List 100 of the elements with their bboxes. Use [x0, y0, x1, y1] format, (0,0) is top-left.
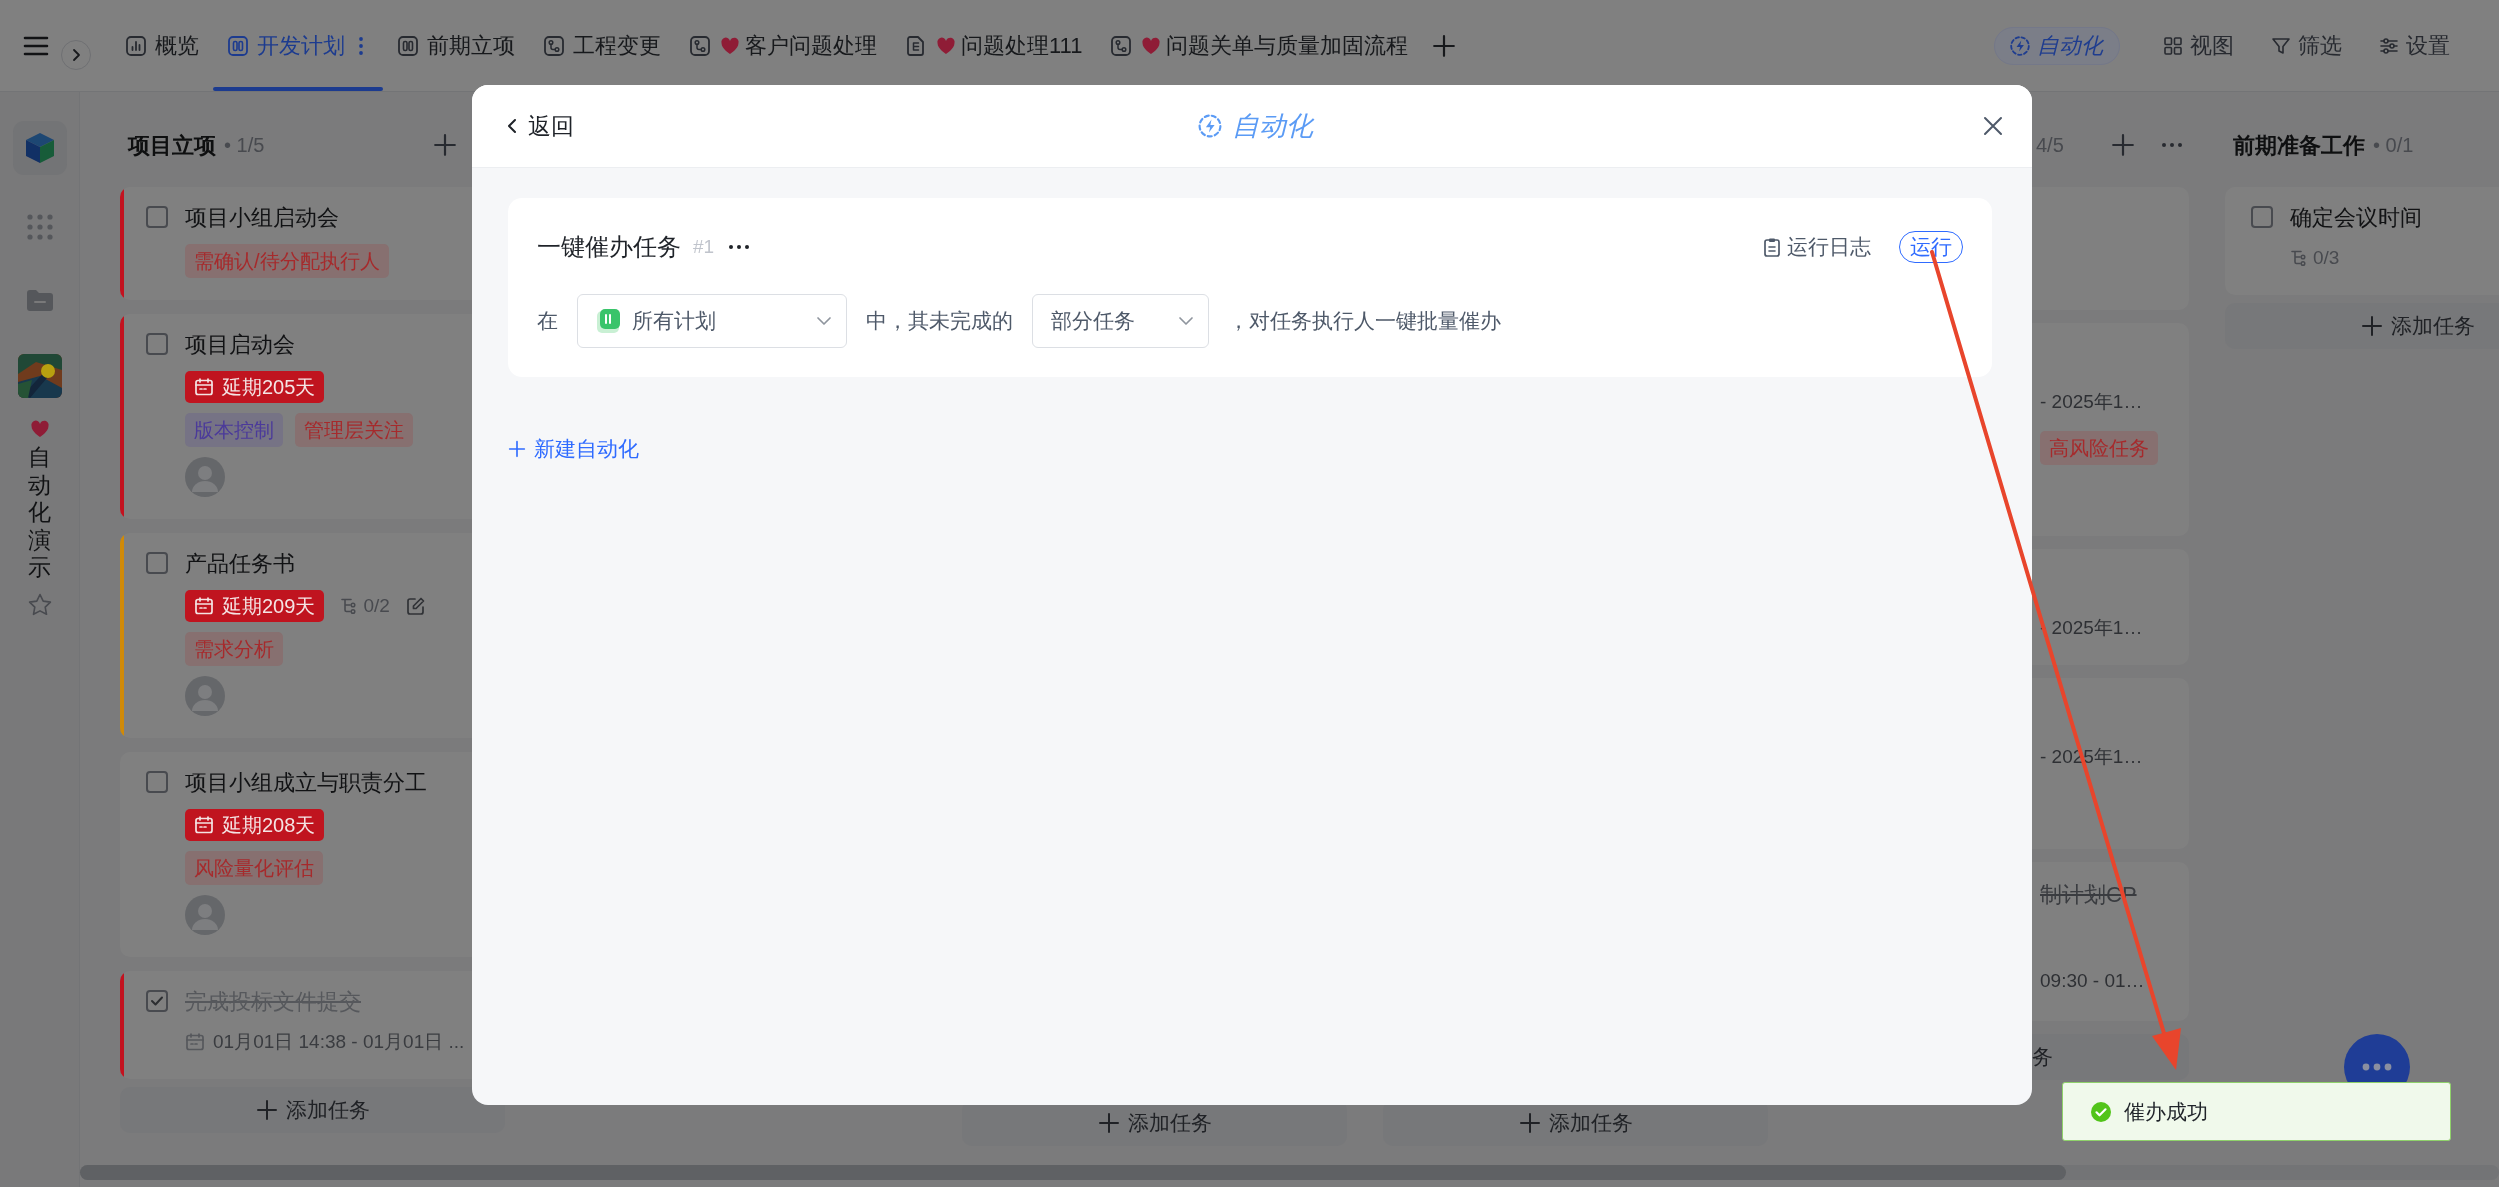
plus-icon — [255, 1098, 278, 1121]
back-button[interactable]: 返回 — [506, 108, 574, 144]
calendar-icon — [194, 596, 214, 616]
task-title: 项目启动会 — [185, 330, 295, 359]
apps-button[interactable] — [25, 213, 54, 241]
toast-message: 催办成功 — [2124, 1098, 2208, 1125]
folder-button[interactable] — [24, 287, 55, 313]
flow-icon — [1110, 34, 1133, 57]
add-button[interactable] — [2111, 133, 2135, 157]
date-range: - 2025年1… — [2040, 390, 2143, 414]
subtask-icon — [2290, 249, 2308, 268]
dialog-title: 自动化 — [1232, 109, 1313, 143]
check-icon — [150, 995, 164, 1007]
close-icon — [1982, 115, 2004, 137]
task-title: 项目小组成立与职责分工 — [185, 768, 427, 797]
task-card[interactable]: 确定会议时间 0/3 — [2225, 187, 2499, 295]
automation-icon — [1197, 113, 1223, 139]
checkbox[interactable] — [2251, 206, 2273, 228]
apps-icon — [25, 213, 54, 241]
plus-icon — [2111, 133, 2135, 157]
checkbox[interactable] — [146, 206, 168, 228]
tab[interactable]: 客户问题处理 — [675, 0, 891, 91]
rule-name: 一键催办任务 — [537, 232, 681, 262]
chevron-left-icon — [506, 117, 518, 135]
task-title: 产品任务书 — [185, 549, 295, 578]
more-icon — [2362, 1063, 2392, 1071]
plan-icon — [596, 308, 622, 334]
plus-icon — [1518, 1112, 1541, 1134]
add-task-button[interactable]: 添加任务 — [120, 1086, 505, 1133]
toolbar-button[interactable]: 设置 — [2360, 29, 2468, 62]
delay-label: 延期209天 — [222, 594, 316, 619]
plus-icon — [508, 440, 526, 458]
calendar-icon — [185, 1032, 205, 1053]
tag: 管理层关注 — [295, 413, 413, 447]
chart-icon — [125, 34, 147, 57]
expand-button[interactable] — [61, 39, 91, 70]
board-icon — [397, 34, 419, 57]
run-button[interactable]: 运行 — [1899, 231, 1963, 263]
tab[interactable]: 工程变更 — [529, 0, 675, 91]
rule-text: 中，其未完成的 — [866, 308, 1013, 335]
calendar-icon — [194, 815, 214, 835]
tab[interactable]: 开发计划 — [213, 0, 383, 91]
chevron-down-icon — [1178, 316, 1194, 326]
date-range: - 2025年1… — [2040, 616, 2143, 640]
folder-icon — [24, 287, 55, 313]
tag: 版本控制 — [185, 413, 283, 447]
scrollbar[interactable] — [80, 1165, 2499, 1180]
task-title: 确定会议时间 — [2290, 203, 2422, 232]
new-automation-button[interactable]: 新建自动化 — [508, 433, 639, 465]
chevron-down-icon — [816, 316, 832, 326]
checkbox[interactable] — [146, 990, 168, 1012]
subtask-icon — [340, 597, 359, 615]
column-title: 前期准备工作 — [2233, 131, 2365, 160]
flow-icon — [543, 34, 565, 57]
board-icon — [227, 34, 249, 57]
clipboard-icon — [1763, 237, 1781, 257]
heart-icon — [28, 418, 51, 440]
scrollbar-thumb[interactable] — [80, 1165, 2066, 1180]
delay-label: 延期208天 — [222, 813, 316, 838]
chevron-right-icon — [70, 47, 82, 62]
tag: 需确认/待分配执行人 — [185, 244, 389, 278]
more-icon[interactable] — [728, 243, 751, 251]
date-range: 09:30 - 01… — [2040, 969, 2145, 993]
delay-label: 延期205天 — [222, 375, 316, 400]
home-button[interactable] — [12, 121, 67, 175]
tab[interactable]: 问题关单与质量加固流程 — [1096, 0, 1423, 91]
automation-icon — [2009, 34, 2031, 57]
select-field[interactable]: 部分任务 — [1032, 294, 1209, 348]
add-button[interactable] — [433, 133, 457, 157]
checkbox[interactable] — [146, 771, 168, 793]
tab[interactable]: 前期立项 — [383, 0, 529, 91]
checkbox[interactable] — [146, 552, 168, 574]
plus-icon — [1097, 1112, 1120, 1134]
toolbar-button[interactable]: 自动化 — [1994, 26, 2120, 65]
close-button[interactable] — [1982, 115, 2004, 137]
column-title: 项目立项 — [128, 131, 216, 160]
task-title: 项目小组启动会 — [185, 203, 339, 232]
edit-icon[interactable] — [405, 596, 426, 616]
tag: 需求分析 — [185, 632, 283, 666]
rule-text: ，对任务执行人一键批量催办 — [1228, 308, 1501, 335]
grid-icon — [2162, 34, 2184, 57]
subtask-count: 0/2 — [363, 593, 390, 618]
tab[interactable]: 问题处理111 — [891, 0, 1097, 91]
checkbox[interactable] — [146, 333, 168, 355]
project-name: 自动化演示 — [28, 444, 51, 582]
plus-icon — [2360, 314, 2383, 337]
toolbar-button[interactable]: 筛选 — [2252, 29, 2360, 62]
check-circle-icon — [2090, 1100, 2112, 1123]
calendar-icon — [194, 377, 214, 397]
toolbar-button[interactable]: 视图 — [2144, 29, 2252, 62]
subtask-count: 0/3 — [2313, 246, 2340, 270]
document-icon — [905, 34, 927, 57]
plus-icon — [433, 133, 457, 157]
log-button[interactable]: 运行日志 — [1763, 231, 1871, 263]
flow-icon — [689, 34, 711, 57]
tab[interactable]: 概览 — [111, 0, 213, 91]
menu-icon — [23, 34, 49, 57]
add-task-button[interactable]: 添加任务 — [2225, 302, 2499, 349]
select-field[interactable]: 所有计划 — [577, 294, 847, 348]
star-icon[interactable] — [26, 591, 53, 618]
